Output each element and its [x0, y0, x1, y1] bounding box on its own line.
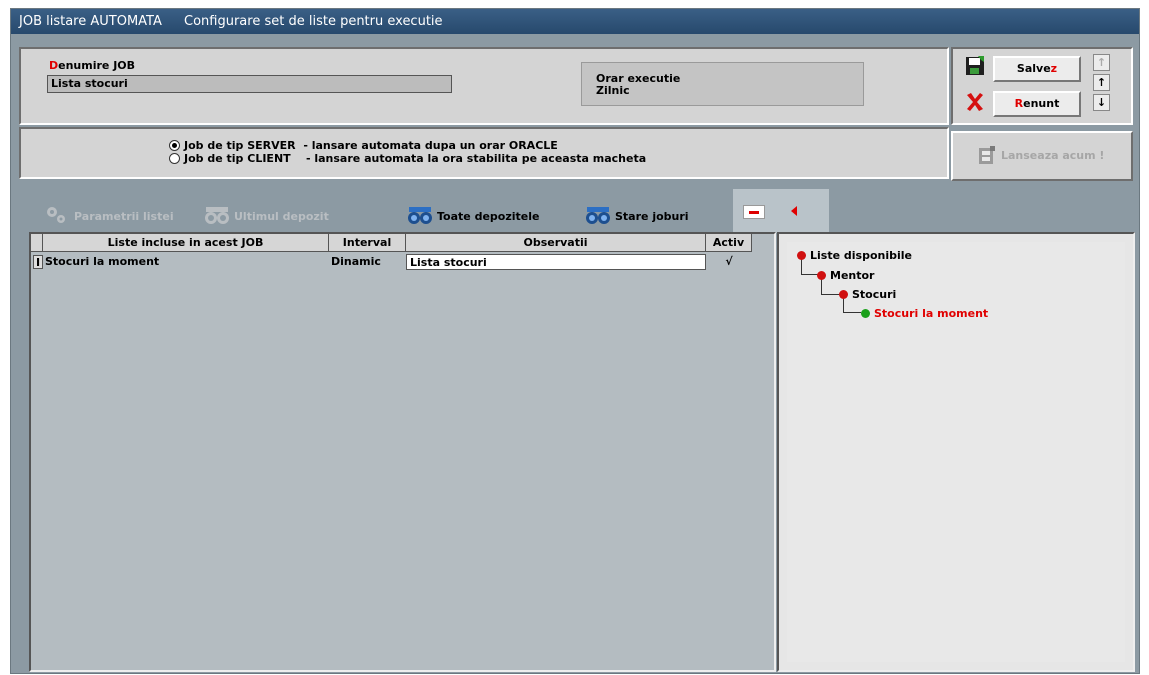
row-observations[interactable]: Lista stocuri	[406, 254, 706, 270]
list-params-button[interactable]: Parametrii listei	[43, 204, 174, 229]
tree-node-mentor-label: Mentor	[830, 269, 875, 282]
job-lists-grid: Liste incluse in acest JOB Interval Obse…	[29, 232, 776, 672]
row-marker: I	[33, 255, 43, 269]
tree-connector	[843, 312, 861, 313]
save-button[interactable]: Salvez	[993, 56, 1081, 82]
row-active[interactable]: √	[706, 254, 752, 270]
red-node-icon	[839, 290, 848, 299]
client-option[interactable]: Job de tip CLIENT - lansare automata la …	[169, 152, 646, 165]
save-cancel-panel: Salvez Renunt ↑ ↑ ↓	[951, 47, 1133, 125]
job-name-input[interactable]: Lista stocuri	[47, 75, 452, 93]
available-lists-tree: Liste disponibile Mentor Stocuri Stocuri…	[777, 232, 1135, 672]
red-node-icon	[817, 271, 826, 280]
move-up-button[interactable]: ↑	[1093, 74, 1110, 91]
red-node-icon	[797, 251, 806, 260]
cancel-button[interactable]: Renunt	[993, 91, 1081, 117]
client-label: Job de tip CLIENT - lansare automata la …	[184, 152, 647, 165]
server-radio[interactable]	[169, 140, 180, 151]
main-window: JOB listare AUTOMATA Configurare set de …	[10, 8, 1140, 674]
tree-area: Liste disponibile Mentor Stocuri Stocuri…	[787, 242, 1125, 662]
row-interval[interactable]: Dinamic	[331, 254, 403, 270]
tree-node-root[interactable]: Liste disponibile	[797, 249, 912, 262]
green-node-icon	[861, 309, 870, 318]
tree-node-mentor[interactable]: Mentor	[817, 269, 874, 282]
last-deposit-button[interactable]: Ultimul depozit	[203, 204, 329, 229]
job-type-radio-group: Job de tip SERVER - lansare automata dup…	[169, 139, 646, 165]
all-deposits-label: Toate depozitele	[437, 210, 540, 223]
arrow-left-icon[interactable]	[791, 206, 797, 216]
window-subtitle: Configurare set de liste pentru executie	[184, 14, 443, 29]
tree-controls	[733, 189, 829, 233]
server-label: Job de tip SERVER - lansare automata dup…	[184, 139, 558, 152]
schedule-title: Orar executie	[596, 72, 681, 85]
tree-node-stocuri-la-moment-label: Stocuri la moment	[874, 307, 989, 320]
all-deposits-button[interactable]: Toate depozitele	[406, 204, 539, 229]
grid-header-interval[interactable]: Interval	[329, 234, 406, 252]
client-radio[interactable]	[169, 153, 180, 164]
schedule-value: Zilnic	[596, 84, 630, 97]
tree-node-stocuri-label: Stocuri	[852, 288, 897, 301]
list-params-label: Parametrii listei	[74, 210, 174, 223]
binoculars-icon	[584, 204, 615, 229]
collapse-minus-icon[interactable]	[743, 205, 765, 219]
server-option[interactable]: Job de tip SERVER - lansare automata dup…	[169, 139, 646, 152]
binoculars-icon	[406, 204, 437, 229]
window-title: JOB listare AUTOMATA	[19, 14, 162, 29]
last-deposit-label: Ultimul depozit	[234, 210, 329, 223]
job-panel: Denumire JOB Lista stocuri Orar executie…	[19, 47, 949, 125]
grid-header-marker	[31, 234, 43, 252]
scroll-top-button[interactable]: ↑	[1093, 54, 1110, 71]
move-down-button[interactable]: ↓	[1093, 94, 1110, 111]
tree-node-stocuri[interactable]: Stocuri	[839, 288, 896, 301]
job-type-panel: Job de tip SERVER - lansare automata dup…	[19, 127, 949, 179]
tree-connector	[821, 294, 841, 295]
grid-header-list[interactable]: Liste incluse in acest JOB	[43, 234, 329, 252]
cancel-x-icon	[965, 92, 985, 115]
job-name-label: Denumire JOB	[49, 59, 136, 72]
tree-node-stocuri-la-moment[interactable]: Stocuri la moment	[861, 307, 988, 320]
save-disk-icon	[965, 56, 985, 79]
launch-now-button[interactable]: Lanseaza acum !	[951, 131, 1133, 181]
job-status-label: Stare joburi	[615, 210, 689, 223]
job-status-button[interactable]: Stare joburi	[584, 204, 689, 229]
tree-node-root-label: Liste disponibile	[810, 249, 912, 262]
grid-header-active[interactable]: Activ	[706, 234, 752, 252]
launch-icon	[977, 145, 997, 170]
gears-icon	[43, 204, 74, 229]
row-list-name[interactable]: Stocuri la moment	[45, 254, 325, 270]
schedule-box[interactable]: Orar executie Zilnic	[581, 62, 864, 106]
binoculars-icon	[203, 204, 234, 229]
title-bar: JOB listare AUTOMATA Configurare set de …	[11, 9, 1139, 34]
grid-header-observations[interactable]: Observatii	[406, 234, 706, 252]
launch-label: Lanseaza acum !	[1001, 149, 1105, 162]
